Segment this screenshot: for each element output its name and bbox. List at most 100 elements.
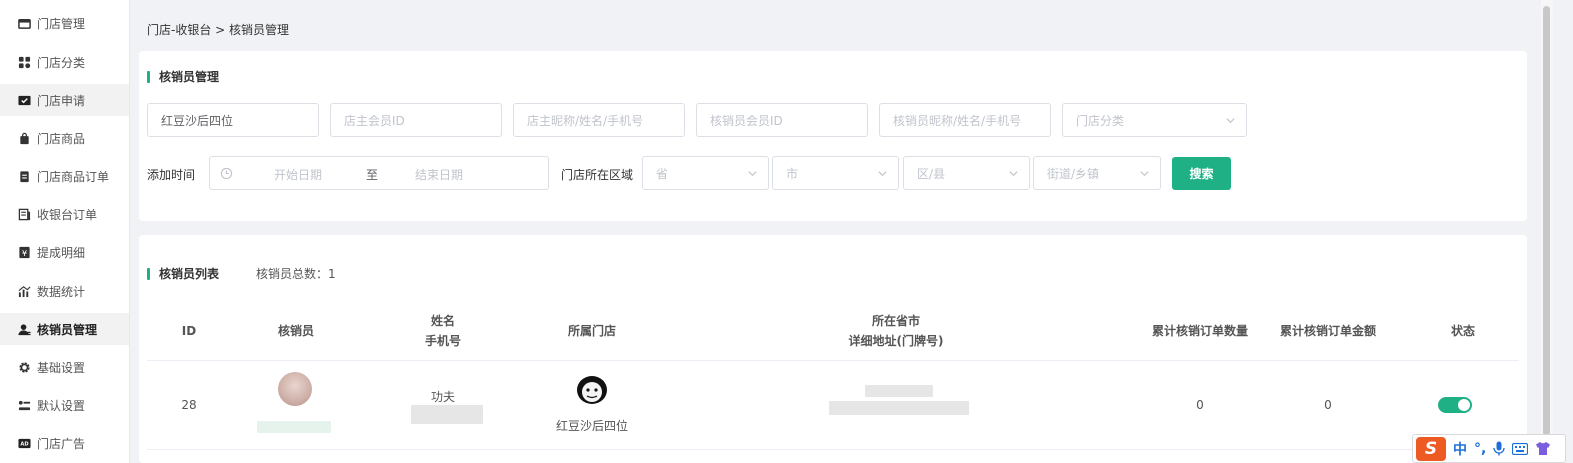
row-total-orders: 0 bbox=[1196, 398, 1204, 412]
sidebar-item-statistics[interactable]: 数据统计 bbox=[0, 275, 129, 307]
filter-title-text: 核销员管理 bbox=[159, 70, 220, 84]
statistics-chart-icon bbox=[16, 284, 32, 298]
store-icon bbox=[16, 16, 32, 30]
category-grid-icon bbox=[16, 55, 32, 69]
street-select[interactable]: 街道/乡镇 bbox=[1033, 156, 1161, 190]
commission-yen-icon: ¥ bbox=[16, 245, 32, 259]
sidebar-item-store-management[interactable]: 门店管理 bbox=[0, 7, 129, 39]
end-date-placeholder: 结束日期 bbox=[415, 168, 464, 182]
row-total-amount: 0 bbox=[1324, 398, 1332, 412]
sidebar-item-label: 基础设置 bbox=[37, 360, 86, 375]
status-toggle[interactable] bbox=[1438, 397, 1472, 413]
chevron-down-icon bbox=[1226, 118, 1235, 124]
column-header-name: 姓名 bbox=[430, 314, 455, 328]
microphone-icon[interactable] bbox=[1493, 441, 1505, 456]
sidebar-item-label: 门店申请 bbox=[37, 93, 86, 108]
phone-redacted bbox=[411, 405, 483, 424]
sidebar-item-store-products[interactable]: 门店商品 bbox=[0, 122, 129, 154]
chevron-down-icon bbox=[748, 171, 757, 177]
default-settings-icon bbox=[16, 398, 32, 412]
sidebar-item-label: 核销员管理 bbox=[37, 322, 98, 337]
list-section-title: 核销员列表 bbox=[147, 265, 219, 282]
skin-shirt-icon[interactable] bbox=[1535, 441, 1551, 456]
store-name-input[interactable]: 红豆沙后四位 bbox=[147, 103, 319, 137]
owner-member-id-input[interactable]: 店主会员ID bbox=[330, 103, 502, 137]
svg-text:¥: ¥ bbox=[21, 247, 26, 257]
owner-member-id-placeholder: 店主会员ID bbox=[344, 113, 405, 128]
province-select[interactable]: 省 bbox=[642, 156, 769, 190]
street-placeholder: 街道/乡镇 bbox=[1047, 166, 1100, 181]
sidebar-item-basic-settings[interactable]: 基础设置 bbox=[0, 351, 129, 383]
verifier-avatar bbox=[278, 372, 312, 406]
search-button[interactable]: 搜索 bbox=[1172, 157, 1231, 190]
row-name: 功夫 bbox=[430, 390, 455, 404]
date-range-separator: 至 bbox=[366, 168, 379, 182]
region-label: 门店所在区域 bbox=[561, 168, 634, 182]
column-header-address: 详细地址(门牌号) bbox=[848, 334, 944, 348]
sidebar-item-store-product-orders[interactable]: 门店商品订单 bbox=[0, 160, 129, 192]
verifier-nickname-redacted bbox=[257, 421, 331, 433]
chevron-down-icon bbox=[1009, 171, 1018, 177]
sidebar-item-label: 提成明细 bbox=[37, 245, 86, 260]
svg-text:AD: AD bbox=[20, 441, 28, 447]
filter-card: 核销员管理 红豆沙后四位 店主会员ID 店主昵称/姓名/手机号 核销员会员ID … bbox=[139, 51, 1527, 221]
sidebar-item-store-application[interactable]: 门店申请 bbox=[0, 84, 129, 116]
store-category-select[interactable]: 门店分类 bbox=[1062, 103, 1247, 137]
ad-icon: AD bbox=[16, 436, 32, 450]
gear-icon bbox=[16, 360, 32, 374]
sidebar: 门店管理 门店分类 门店申请 门店商品 门店商品订单 收银台订单 ¥ 提成明细 … bbox=[0, 0, 130, 463]
sidebar-item-verifier-management[interactable]: 核销员管理 bbox=[0, 313, 129, 345]
header-divider bbox=[147, 360, 1519, 361]
sidebar-item-label: 数据统计 bbox=[37, 284, 86, 299]
column-header-id: ID bbox=[181, 324, 197, 338]
sidebar-item-label: 门店商品订单 bbox=[37, 169, 110, 184]
city-select[interactable]: 市 bbox=[772, 156, 899, 190]
address-redacted bbox=[829, 401, 969, 415]
sidebar-item-default-settings[interactable]: 默认设置 bbox=[0, 389, 129, 421]
province-placeholder: 省 bbox=[656, 166, 669, 181]
store-logo bbox=[574, 372, 610, 408]
chevron-down-icon bbox=[878, 171, 887, 177]
title-accent-bar bbox=[147, 70, 150, 83]
sidebar-item-label: 门店管理 bbox=[37, 16, 86, 31]
verifier-member-id-input[interactable]: 核销员会员ID bbox=[696, 103, 868, 137]
sidebar-item-label: 门店广告 bbox=[37, 436, 86, 451]
user-manage-icon bbox=[16, 322, 32, 336]
verifier-total-count: 核销员总数：1 bbox=[256, 267, 336, 281]
sidebar-item-label: 门店商品 bbox=[37, 131, 86, 146]
ime-language-toggle[interactable]: 中 bbox=[1453, 439, 1467, 459]
row-store: 红豆沙后四位 bbox=[555, 419, 628, 433]
district-select[interactable]: 区/县 bbox=[903, 156, 1030, 190]
owner-name-input[interactable]: 店主昵称/姓名/手机号 bbox=[513, 103, 685, 137]
toggle-knob bbox=[1458, 399, 1470, 411]
sidebar-item-cashier-orders[interactable]: 收银台订单 bbox=[0, 198, 129, 230]
column-header-status: 状态 bbox=[1450, 324, 1475, 338]
sidebar-item-label: 门店分类 bbox=[37, 55, 86, 70]
district-placeholder: 区/县 bbox=[917, 166, 946, 181]
column-header-phone: 手机号 bbox=[424, 334, 461, 348]
title-accent-bar bbox=[147, 267, 150, 280]
shopping-bag-icon bbox=[16, 131, 32, 145]
store-name-value: 红豆沙后四位 bbox=[161, 113, 234, 128]
column-header-total-amount: 累计核销订单金额 bbox=[1279, 324, 1376, 338]
sogou-logo-icon[interactable]: S bbox=[1416, 436, 1446, 461]
row-id: 28 bbox=[181, 398, 197, 412]
keyboard-icon[interactable] bbox=[1512, 442, 1529, 455]
owner-name-placeholder: 店主昵称/姓名/手机号 bbox=[527, 113, 644, 128]
ime-punctuation-toggle[interactable]: °, bbox=[1474, 441, 1486, 457]
clock-icon bbox=[220, 167, 233, 180]
sidebar-item-store-ads[interactable]: AD 门店广告 bbox=[0, 427, 129, 459]
verifier-list-card: 核销员列表 核销员总数：1 ID 核销员 姓名 手机号 所属门店 所在省市 详细… bbox=[139, 235, 1527, 463]
verifier-name-placeholder: 核销员昵称/姓名/手机号 bbox=[893, 113, 1022, 128]
ime-toolbar[interactable]: S 中 °, bbox=[1412, 434, 1566, 463]
column-header-province-city: 所在省市 bbox=[871, 314, 920, 328]
breadcrumb: 门店-收银台 > 核销员管理 bbox=[147, 23, 290, 37]
vertical-scrollbar-thumb[interactable] bbox=[1543, 6, 1550, 436]
store-category-placeholder: 门店分类 bbox=[1076, 113, 1125, 128]
sidebar-item-commission-details[interactable]: ¥ 提成明细 bbox=[0, 236, 129, 268]
column-header-verifier: 核销员 bbox=[277, 324, 314, 338]
chevron-down-icon bbox=[1140, 171, 1149, 177]
date-range-picker[interactable]: 开始日期 至 结束日期 bbox=[209, 156, 549, 190]
verifier-name-input[interactable]: 核销员昵称/姓名/手机号 bbox=[879, 103, 1051, 137]
sidebar-item-store-category[interactable]: 门店分类 bbox=[0, 46, 129, 78]
